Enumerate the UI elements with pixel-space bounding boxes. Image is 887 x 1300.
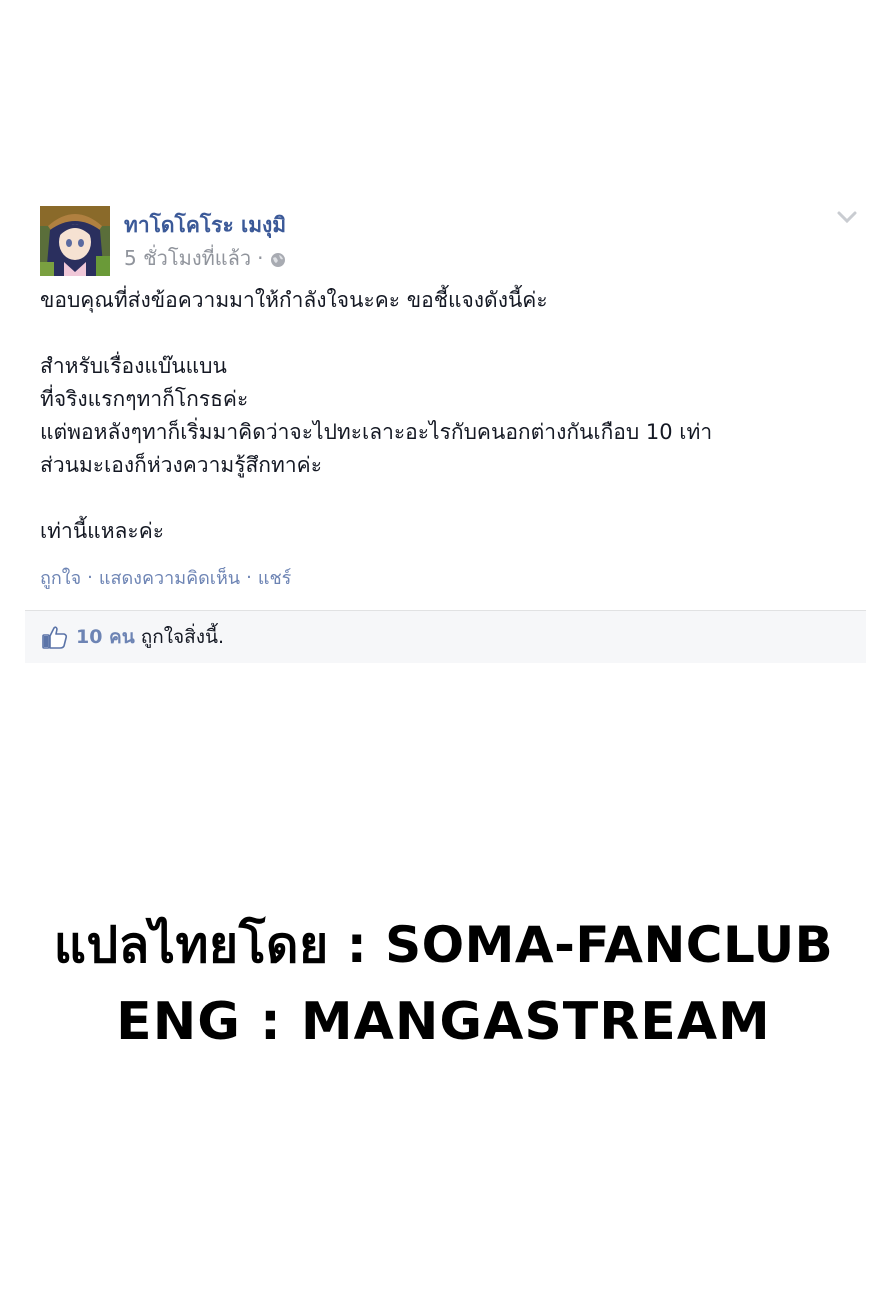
meta-separator: · [257, 246, 264, 270]
facebook-post: ทาโดโคโระ เมงุมิ 5 ชั่วโมงที่แล้ว · ขอบค… [25, 190, 866, 663]
action-separator: · [87, 566, 93, 588]
author-avatar[interactable] [40, 206, 110, 276]
share-link[interactable]: แชร์ [258, 563, 292, 592]
likes-text: ถูกใจสิ่งนี้. [140, 626, 225, 648]
post-meta: 5 ชั่วโมงที่แล้ว · [124, 242, 286, 274]
post-timestamp[interactable]: 5 ชั่วโมงที่แล้ว [124, 242, 251, 274]
author-name-link[interactable]: ทาโดโคโระ เมงุมิ [124, 209, 286, 242]
globe-icon[interactable] [270, 252, 286, 268]
avatar-image [40, 206, 110, 276]
post-text-line: แต่พอหลังๆทาก็เริ่มมาคิดว่าจะไปทะเลาะอะไ… [40, 420, 713, 444]
like-link[interactable]: ถูกใจ [40, 563, 81, 592]
likes-summary-bar: 10 คน ถูกใจสิ่งนี้. [25, 610, 866, 663]
post-text-line: ขอบคุณที่ส่งข้อความมาให้กำลังใจนะคะ ขอชี… [40, 288, 548, 312]
thumbs-up-icon [42, 626, 68, 649]
likes-count-link[interactable]: 10 คน [76, 622, 135, 652]
translator-credit: แปลไทยโดย : SOMA-FANCLUB [53, 916, 834, 974]
chevron-down-icon[interactable] [836, 208, 858, 226]
action-separator: · [246, 566, 252, 588]
post-text-line: สำหรับเรื่องแบ๊นแบน [40, 354, 227, 378]
comment-link[interactable]: แสดงความคิดเห็น [99, 563, 240, 592]
post-actions: ถูกใจ · แสดงความคิดเห็น · แชร์ [40, 552, 866, 602]
post-text-line: ส่วนมะเองก็ห่วงความรู้สึกทาค่ะ [40, 453, 322, 477]
post-text-line: เท่านี้แหละค่ะ [40, 519, 165, 543]
post-header: ทาโดโคโระ เมงุมิ 5 ชั่วโมงที่แล้ว · [25, 190, 866, 278]
source-credit: ENG : MANGASTREAM [116, 992, 771, 1052]
post-text-line: ที่จริงแรกๆทาก็โกรธค่ะ [40, 387, 249, 411]
post-body: ขอบคุณที่ส่งข้อความมาให้กำลังใจนะคะ ขอชี… [40, 284, 860, 548]
